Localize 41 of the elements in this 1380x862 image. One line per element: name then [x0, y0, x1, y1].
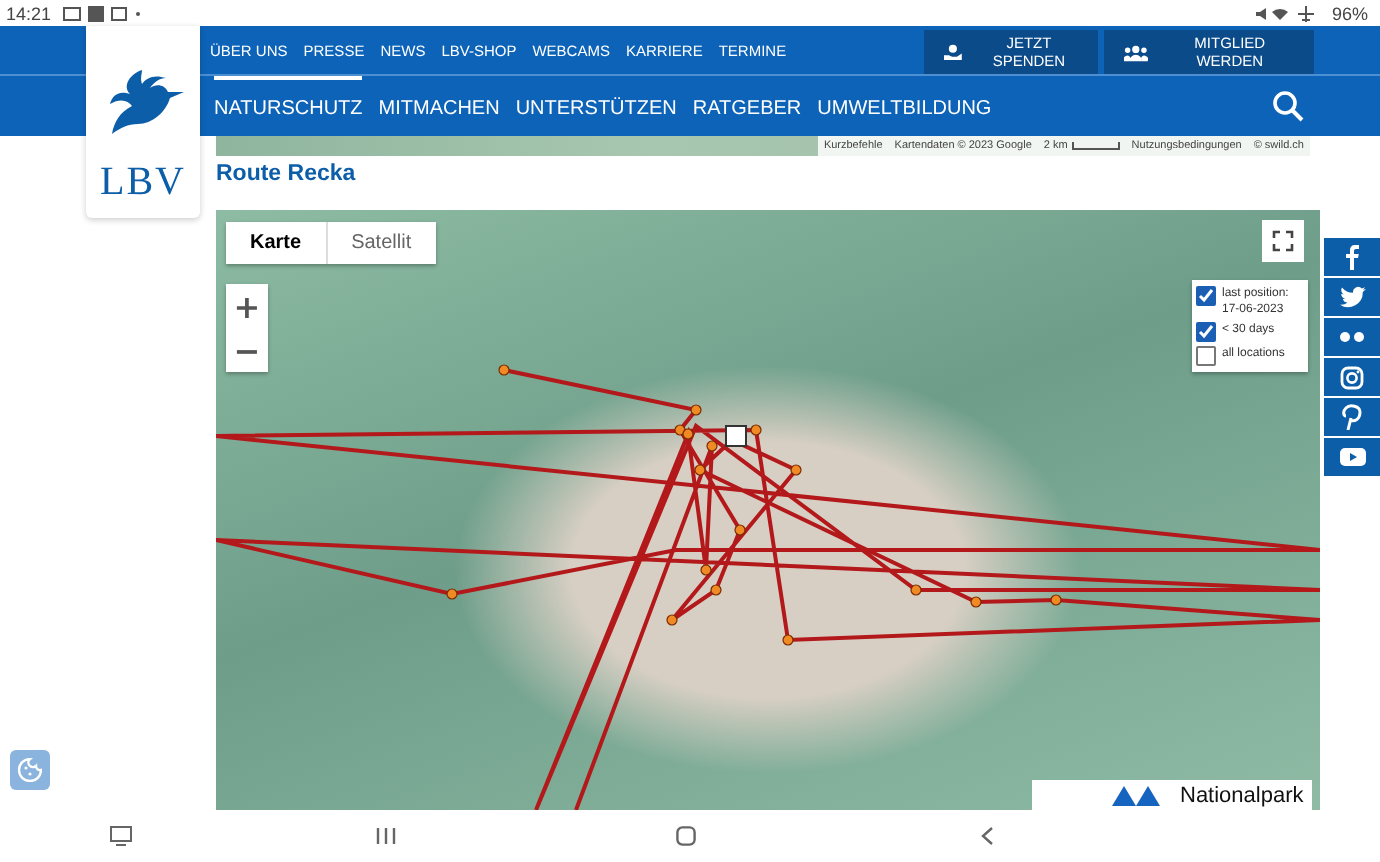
legend-checkbox[interactable]: [1196, 322, 1216, 342]
battery-level: 96%: [1331, 3, 1368, 23]
partner-label: Nationalpark: [1180, 783, 1304, 807]
map-type-tab[interactable]: Satellit: [327, 222, 436, 264]
page-title: Route Recka: [216, 160, 358, 190]
notification-icons: [61, 5, 142, 21]
zoom-out-button[interactable]: −: [226, 328, 268, 372]
recent-apps-icon[interactable]: [376, 826, 396, 846]
mountain-logo-icon: [1112, 785, 1164, 805]
two-dots-icon: [1340, 332, 1364, 342]
screenshot-icon[interactable]: [110, 826, 132, 846]
legend-checkbox[interactable]: [1196, 286, 1216, 306]
people-icon: [1124, 43, 1148, 61]
facebook-icon: [1344, 244, 1360, 270]
play-icon: [1339, 448, 1365, 466]
fullscreen-button[interactable]: [1262, 220, 1304, 262]
main-nav-link[interactable]: UNTERSTÜTZEN: [515, 76, 677, 136]
status-time: 14:21: [6, 3, 52, 23]
facebook-link[interactable]: [1324, 238, 1380, 276]
map-type-tab[interactable]: Karte: [226, 222, 328, 264]
logo-text: LBV: [100, 160, 186, 206]
logo-card[interactable]: LBV: [86, 26, 200, 218]
home-icon[interactable]: [676, 826, 696, 846]
main-nav-link[interactable]: MITMACHEN: [378, 76, 500, 136]
fullscreen-icon: [1272, 230, 1294, 252]
pin-p-icon: [1342, 404, 1362, 430]
youtube-link[interactable]: [1324, 438, 1380, 476]
back-icon[interactable]: [980, 826, 994, 846]
twitter-link[interactable]: [1324, 278, 1380, 316]
legend-checkbox[interactable]: [1196, 346, 1216, 366]
pinterest-link[interactable]: [1324, 398, 1380, 436]
search-icon[interactable]: [1272, 90, 1304, 122]
instagram-link[interactable]: [1324, 358, 1380, 396]
zoom-in-button[interactable]: +: [226, 284, 268, 328]
instagram-icon: [1340, 365, 1364, 389]
cookie-icon: [18, 758, 42, 782]
flickr-link[interactable]: [1324, 318, 1380, 356]
main-nav-link[interactable]: RATGEBER: [692, 76, 802, 136]
main-nav-link[interactable]: UMWELTBILDUNG: [817, 76, 992, 136]
bird-icon: [1339, 286, 1365, 308]
scale-bar: [1071, 142, 1120, 150]
